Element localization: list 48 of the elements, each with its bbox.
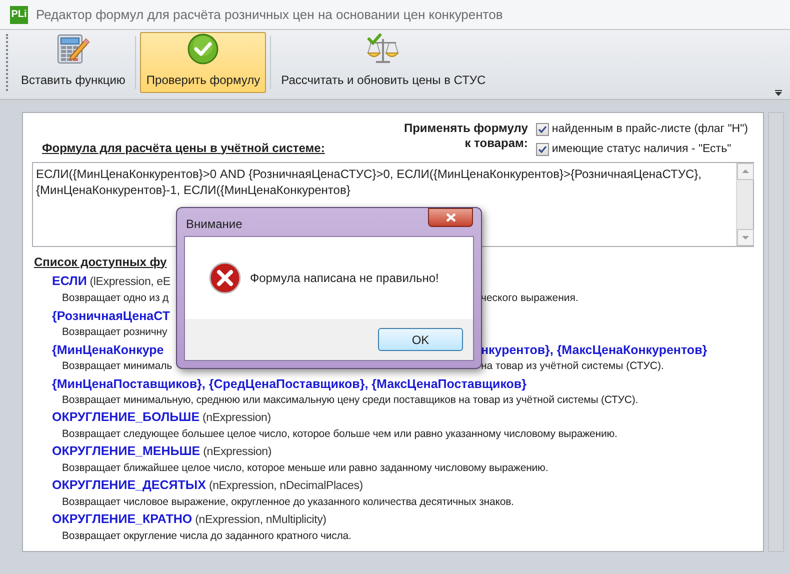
function-params: (lExpression, eE — [88, 275, 170, 290]
function-description: Возвращает минималь — [62, 359, 172, 374]
toolbar-button[interactable]: Вставить функцию — [15, 32, 132, 93]
function-description: Возвращает числовое выражение, округленное до указанного количества десятичных знаков. — [62, 495, 514, 510]
function-description: Возвращает следующее большее целое число, которое больше чем или равно указанному числовому выражению. — [62, 427, 618, 442]
toolbar-button[interactable]: Рассчитать и обновить цены в СТУС — [275, 32, 492, 93]
checkbox[interactable] — [536, 143, 549, 156]
function-name[interactable]: {МинЦенаКонкуре — [52, 340, 164, 360]
function-description: Возвращает ближайшее целое число, которое меньше или равно заданному числовому выражению. — [62, 461, 548, 476]
function-name[interactable]: ЕСЛИ — [52, 272, 87, 292]
checkbox[interactable] — [536, 123, 549, 136]
function-description: ческого выражения. — [481, 291, 578, 306]
function-description: на товар из учётной системы (СТУС). — [481, 359, 664, 374]
error-icon — [209, 262, 241, 294]
function-name[interactable]: {МинЦенаПоставщиков}, {СредЦенаПоставщиков}, {МаксЦенаПоставщиков} — [52, 374, 526, 394]
function-name[interactable]: ОКРУГЛЕНИЕ_БОЛЬШЕ — [52, 408, 200, 428]
function-description: Возвращает минимальную, среднюю или максимальную цену среди поставщиков на товар из учётной системы (СТУС). — [62, 393, 638, 408]
function-description: Возвращает розничну — [62, 325, 168, 340]
functions-label: Список доступных фу — [34, 254, 168, 270]
dialog-title: Внимание — [186, 216, 242, 233]
calculator-pencil-icon — [56, 33, 90, 65]
checkmark-icon — [538, 125, 547, 134]
check-circle-icon — [187, 33, 220, 65]
function-name[interactable]: нкурентов}, {МаксЦенаКонкурентов} — [481, 340, 708, 360]
overflow-arrow-icon[interactable] — [775, 90, 782, 96]
function-description: Возвращает одно из д — [62, 291, 169, 306]
checkmark-icon — [538, 145, 547, 154]
function-name[interactable]: ОКРУГЛЕНИЕ_МЕНЬШЕ — [52, 442, 200, 462]
function-name[interactable]: {РозничнаяЦенаСТ — [52, 306, 170, 326]
function-description: Возвращает округление числа до заданного кратного числа. — [62, 529, 352, 544]
close-button[interactable] — [428, 208, 473, 227]
function-params: (nExpression, nDecimalPlaces) — [208, 479, 363, 494]
apply-label: Применять формулу к товарам: — [402, 121, 528, 152]
checkbox-label: найденным в прайс-листе (флаг "Н") — [552, 122, 748, 137]
window-title: Редактор формул для расчёта розничных цен на основании цен конкурентов — [36, 6, 503, 24]
toolbar-button[interactable]: Проверить формулу — [140, 32, 266, 93]
scales-check-icon — [366, 33, 400, 65]
formula-label: Формула для расчёта цены в учётной системе: — [42, 140, 325, 156]
function-params: (nExpression, nMultiplicity) — [194, 513, 326, 528]
function-name[interactable]: ОКРУГЛЕНИЕ_ДЕСЯТЫХ — [52, 476, 206, 496]
app-logo: PLi — [10, 6, 28, 24]
dialog-message: Формула написана не правильно! — [250, 270, 439, 287]
close-icon — [446, 213, 456, 222]
function-params: (nExpression) — [202, 445, 272, 460]
function-params: (nExpression) — [202, 411, 271, 426]
ok-button[interactable]: OK — [378, 328, 463, 351]
function-name[interactable]: ОКРУГЛЕНИЕ_КРАТНО — [52, 510, 192, 530]
checkbox-label: имеющие статус наличия - "Есть" — [552, 142, 732, 158]
